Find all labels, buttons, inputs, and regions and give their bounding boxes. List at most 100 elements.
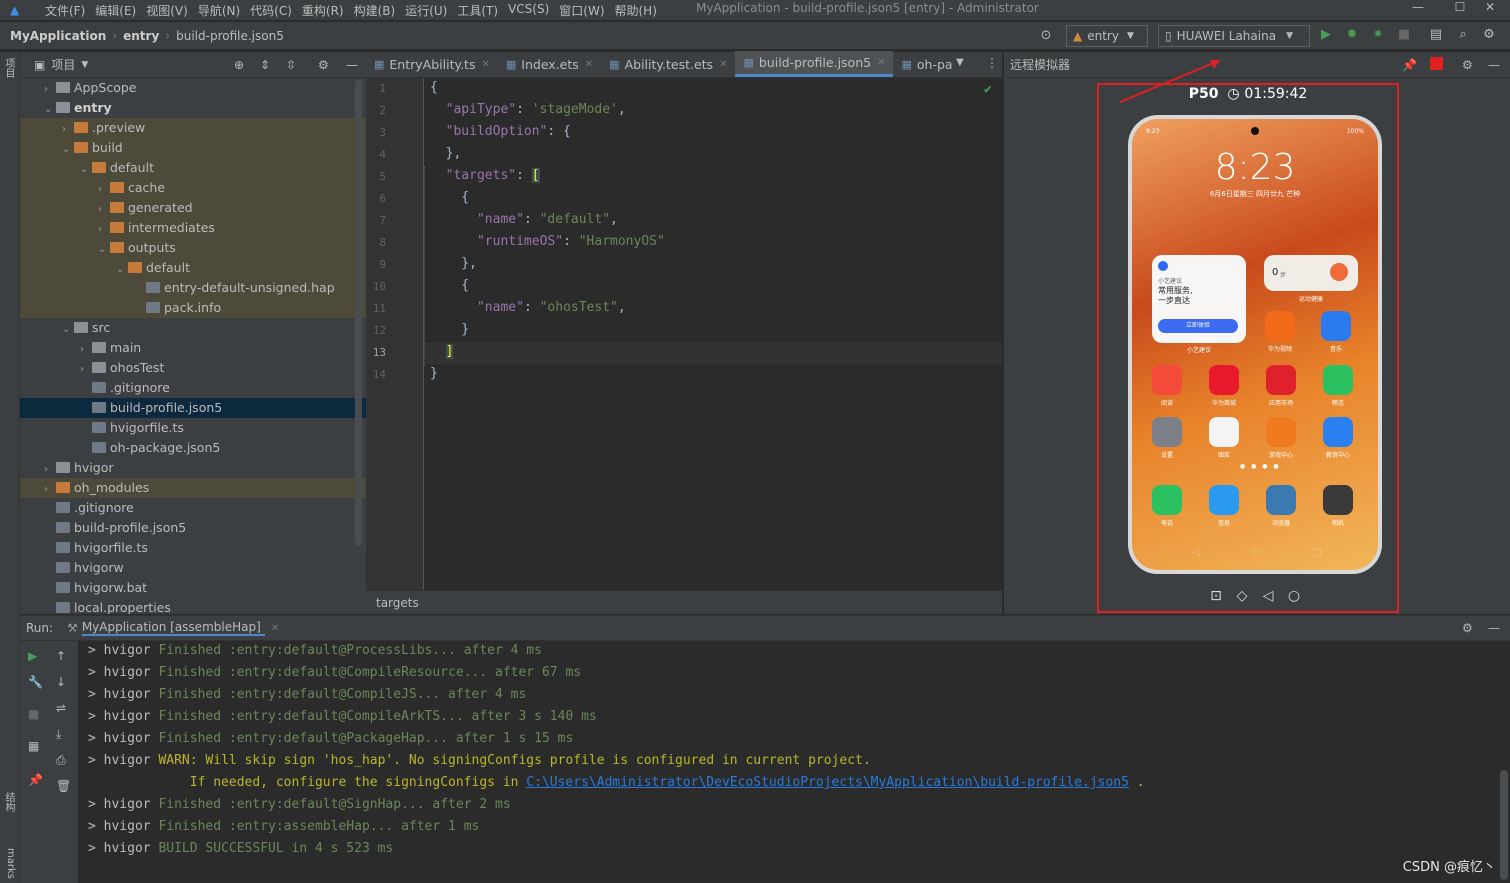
menu-item[interactable]: 重构(R) xyxy=(297,2,349,19)
expand-all-icon[interactable]: ⇕ xyxy=(260,58,270,72)
minimize-button[interactable]: — xyxy=(1398,0,1438,20)
device-select[interactable]: ▯ HUAWEI Lahaina ▼ xyxy=(1158,25,1310,47)
bookmarks-tool-button[interactable]: marks xyxy=(4,848,16,882)
dock-app-icon[interactable] xyxy=(1266,485,1296,515)
soft-wrap-icon[interactable]: ⇌ xyxy=(56,701,66,715)
scroll-up-icon[interactable]: ↑ xyxy=(56,649,66,663)
tree-item[interactable]: › intermediates xyxy=(20,218,366,238)
code-line[interactable]: }, xyxy=(430,256,477,271)
tree-item[interactable]: › ohosTest xyxy=(20,358,366,378)
code-line[interactable]: } xyxy=(430,322,469,337)
tree-item[interactable]: ⌄ default xyxy=(20,258,366,278)
layout-icon[interactable]: ▦ xyxy=(28,739,39,753)
back-icon[interactable]: ◁ xyxy=(1260,588,1276,604)
editor-tab[interactable]: ▦ Index.ets ✕ xyxy=(498,51,601,77)
tree-item[interactable]: ⌄ src xyxy=(20,318,366,338)
more-options-icon[interactable]: ⋮ xyxy=(986,56,998,70)
stop-icon[interactable]: ■ xyxy=(28,707,39,721)
expand-arrow-icon[interactable]: › xyxy=(98,220,110,240)
tree-item[interactable]: hvigorfile.ts xyxy=(20,418,366,438)
structure-tool-button[interactable]: 结构 xyxy=(3,792,16,832)
editor-tab[interactable]: ▦ build-profile.json5 ✕ xyxy=(735,51,894,77)
health-widget[interactable]: 0 步 xyxy=(1264,255,1358,291)
widget-try-button[interactable]: 立即体验 xyxy=(1158,319,1238,333)
tree-item[interactable]: ⌄ outputs xyxy=(20,238,366,258)
close-window-button[interactable]: ✕ xyxy=(1470,0,1510,20)
tree-item[interactable]: oh-package.json5 xyxy=(20,438,366,458)
expand-arrow-icon[interactable]: ⌄ xyxy=(62,320,74,340)
project-panel-title[interactable]: 项目 xyxy=(51,56,75,73)
menu-item[interactable]: 工具(T) xyxy=(452,2,503,19)
expand-arrow-icon[interactable]: › xyxy=(80,360,92,380)
hide-panel-icon[interactable]: — xyxy=(1488,58,1500,72)
settings-gear-icon[interactable]: ⚙ xyxy=(318,58,329,72)
pin-icon[interactable]: 📌 xyxy=(28,773,43,787)
console-scrollbar[interactable] xyxy=(1500,770,1508,880)
home-icon[interactable]: ○ xyxy=(1286,588,1302,604)
tree-item[interactable]: .gitignore xyxy=(20,378,366,398)
tree-item[interactable]: entry-default-unsigned.hap xyxy=(20,278,366,298)
code-line[interactable]: { xyxy=(430,278,469,293)
close-tab-icon[interactable]: ✕ xyxy=(877,57,885,68)
target-icon[interactable]: ⊙ xyxy=(1038,28,1054,44)
expand-arrow-icon[interactable]: › xyxy=(98,200,110,220)
menu-item[interactable]: 编辑(E) xyxy=(90,2,141,19)
tree-item[interactable]: › main xyxy=(20,338,366,358)
stop-emulator-icon[interactable] xyxy=(1430,57,1443,70)
chevron-down-icon[interactable]: ▼ xyxy=(81,60,88,70)
expand-arrow-icon[interactable]: › xyxy=(44,80,56,100)
rotate-icon[interactable]: ◇ xyxy=(1234,588,1250,604)
expand-arrow-icon[interactable]: › xyxy=(62,120,74,140)
collapse-all-icon[interactable]: ⇳ xyxy=(286,58,296,72)
tree-item[interactable]: › generated xyxy=(20,198,366,218)
expand-arrow-icon[interactable]: › xyxy=(44,460,56,480)
wrench-icon[interactable]: 🔧 xyxy=(28,675,43,689)
dock-app-icon[interactable] xyxy=(1152,485,1182,515)
menu-item[interactable]: 帮助(H) xyxy=(610,2,662,19)
tabs-overflow-icon[interactable]: ▼ xyxy=(956,57,964,68)
locate-icon[interactable]: ⊕ xyxy=(234,58,244,72)
breadcrumb-project[interactable]: MyApplication xyxy=(10,29,106,43)
tree-item[interactable]: hvigorw.bat xyxy=(20,578,366,598)
app-icon[interactable] xyxy=(1266,417,1296,447)
code-line[interactable]: "apiType": 'stageMode', xyxy=(430,102,626,117)
expand-arrow-icon[interactable]: ⌄ xyxy=(62,140,74,160)
app-icon[interactable] xyxy=(1323,365,1353,395)
expand-arrow-icon[interactable]: › xyxy=(44,480,56,500)
code-line[interactable]: "targets": [ xyxy=(430,168,540,183)
close-tab-icon[interactable]: ✕ xyxy=(481,59,489,70)
tree-item[interactable]: hvigorfile.ts xyxy=(20,538,366,558)
screenshot-icon[interactable]: ⊡ xyxy=(1208,588,1224,604)
settings-gear-icon[interactable]: ⚙ xyxy=(1481,27,1497,43)
app-icon[interactable] xyxy=(1152,365,1182,395)
home-icon[interactable]: ○ xyxy=(1252,547,1261,558)
module-select[interactable]: ▲ entry ▼ xyxy=(1066,25,1148,47)
menu-item[interactable]: VCS(S) xyxy=(503,2,554,19)
recents-icon[interactable]: □ xyxy=(1313,547,1322,558)
dock-app-icon[interactable] xyxy=(1323,485,1353,515)
back-icon[interactable]: ◁ xyxy=(1192,547,1200,558)
run-icon[interactable]: ▶ xyxy=(1318,27,1334,43)
code-editor[interactable]: 1 {2 "apiType": 'stageMode', 3 "buildOptio… xyxy=(366,78,1002,590)
xiaoyi-widget[interactable]: 小艺建议 常用服务, 一步直达 立即体验 xyxy=(1152,255,1246,343)
menu-item[interactable]: 运行(U) xyxy=(400,2,452,19)
device-manager-icon[interactable]: ▤ xyxy=(1428,27,1444,43)
menu-item[interactable]: 构建(B) xyxy=(349,2,401,19)
editor-tab[interactable]: ▦ Ability.test.ets ✕ xyxy=(601,51,735,77)
close-tab-icon[interactable]: ✕ xyxy=(271,623,279,634)
close-tab-icon[interactable]: ✕ xyxy=(585,59,593,70)
code-line[interactable]: { xyxy=(430,190,469,205)
breadcrumb-module[interactable]: entry xyxy=(123,29,159,43)
expand-arrow-icon[interactable]: › xyxy=(80,340,92,360)
menu-item[interactable]: 窗口(W) xyxy=(554,2,609,19)
tree-item[interactable]: local.properties xyxy=(20,598,366,614)
app-icon[interactable] xyxy=(1209,417,1239,447)
code-line[interactable]: "buildOption": { xyxy=(430,124,571,139)
editor-tab[interactable]: ▦ EntryAbility.ts ✕ xyxy=(366,51,498,77)
tree-item[interactable]: build-profile.json5 xyxy=(20,398,366,418)
tree-item[interactable]: › hvigor xyxy=(20,458,366,478)
tree-item[interactable]: .gitignore xyxy=(20,498,366,518)
stop-icon[interactable]: ■ xyxy=(1396,27,1412,43)
expand-arrow-icon[interactable]: ⌄ xyxy=(116,260,128,280)
app-icon[interactable] xyxy=(1265,311,1295,341)
